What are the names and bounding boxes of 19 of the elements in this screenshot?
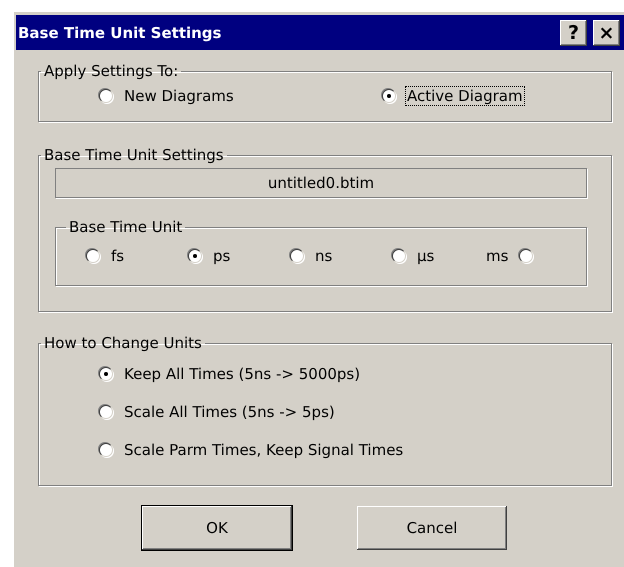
close-button[interactable]: × [593,20,620,46]
radio-option[interactable]: Scale Parm Times, Keep Signal Times [99,440,595,460]
group-label: Apply Settings To: [43,62,180,80]
file-name-field: untitled0.btim [55,168,587,198]
help-button[interactable]: ? [560,20,587,46]
cancel-button[interactable]: Cancel [357,506,507,550]
ok-button[interactable]: OK [142,506,292,550]
group-label: Base Time Unit [68,218,184,236]
radio-option[interactable]: Keep All Times (5ns -> 5000ps) [99,364,595,384]
window-title: Base Time Unit Settings [18,24,222,42]
radio-option[interactable]: ps [188,246,290,266]
group-label: How to Change Units [43,334,203,352]
radio-option[interactable]: Scale All Times (5ns -> 5ps) [99,402,595,422]
radio-option[interactable]: ms [484,246,586,266]
radio-option[interactable]: ns [290,246,392,266]
radio-option[interactable]: µs [392,246,484,266]
radio-option[interactable]: New Diagrams [99,86,382,106]
group-label: Base Time Unit Settings [43,146,225,164]
radio-option[interactable]: fs [86,246,188,266]
